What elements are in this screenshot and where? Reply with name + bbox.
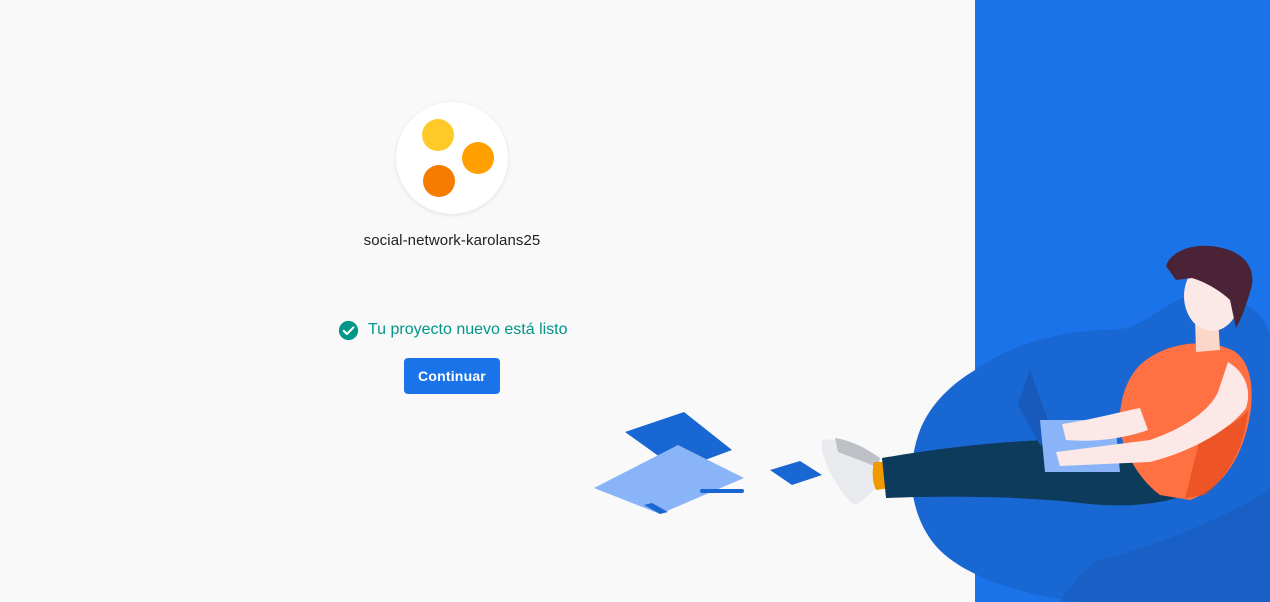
avatar-dot-yellow: [422, 119, 454, 151]
project-name: social-network-karolans25: [363, 232, 541, 249]
project-avatar: [396, 102, 508, 214]
avatar-dot-orange: [423, 165, 455, 197]
blue-side-panel: [975, 0, 1270, 602]
project-ready-page: social-network-karolans25 Tu proyecto nu…: [0, 0, 1270, 602]
project-card: social-network-karolans25: [300, 100, 604, 249]
check-circle-icon: [338, 320, 359, 340]
continue-button[interactable]: Continuar: [404, 358, 500, 394]
status-message: Tu proyecto nuevo está listo: [368, 321, 568, 338]
avatar-dot-amber: [462, 142, 494, 174]
status-row: Tu proyecto nuevo está listo: [338, 319, 568, 341]
